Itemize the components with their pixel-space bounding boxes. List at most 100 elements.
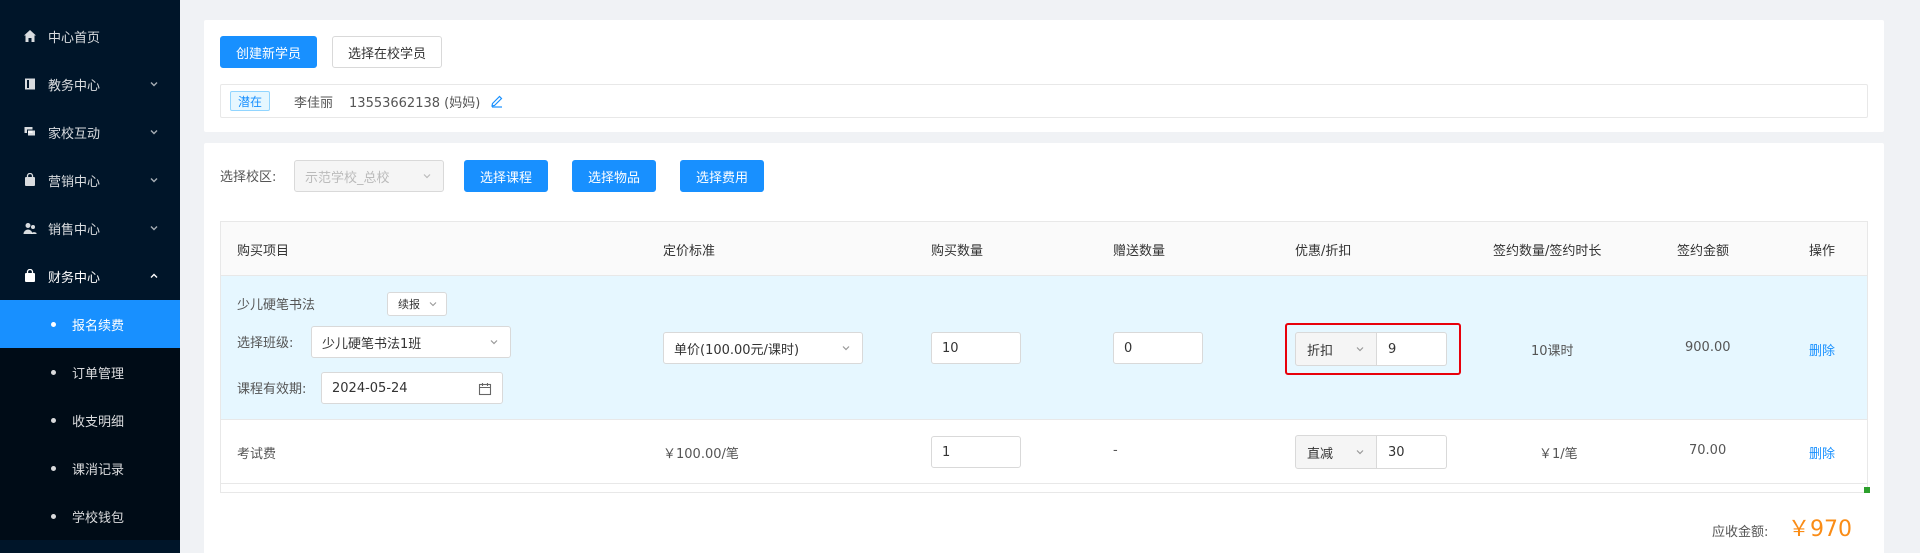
dot-icon xyxy=(51,321,56,327)
nav-item-academic[interactable]: 教务中心 xyxy=(0,60,180,108)
chevron-down-icon xyxy=(150,130,158,135)
discount-group: 折扣 9 xyxy=(1295,332,1447,366)
valid-date-picker[interactable]: 2024-05-24 xyxy=(321,372,503,404)
discount-group: 直减 30 xyxy=(1295,435,1447,469)
sub-label: 学校钱包 xyxy=(72,510,125,526)
student-phone: 13553662138 (妈妈) xyxy=(349,95,481,111)
chevron-down-icon xyxy=(150,226,158,231)
sidebar-item-orders[interactable]: 订单管理 xyxy=(0,348,180,396)
nav-item-home-school[interactable]: 家校互动 xyxy=(0,108,180,156)
chat-icon xyxy=(22,124,38,140)
quantity-input[interactable]: 10 xyxy=(931,332,1021,364)
chevron-down-icon xyxy=(150,82,158,87)
nav-item-finance[interactable]: 财务中心 xyxy=(0,252,180,300)
status-badge: 潜在 xyxy=(230,91,271,111)
finance-submenu: 报名续费 订单管理 收支明细 课消记录 学校钱包 xyxy=(0,300,180,540)
selected-student: 潜在 李佳丽 13553662138 (妈妈) xyxy=(220,84,1868,118)
amount-value: 900.00 xyxy=(1685,340,1731,355)
dot-icon xyxy=(51,465,56,471)
nav-item-home[interactable]: 中心首页 xyxy=(0,12,180,60)
chevron-down-icon xyxy=(1356,450,1364,455)
chevron-down-icon xyxy=(842,346,850,351)
dot-icon xyxy=(51,417,56,423)
select-student-button[interactable]: 选择在校学员 xyxy=(332,36,443,68)
sub-label: 报名续费 xyxy=(72,318,125,334)
column-header: 签约金额 xyxy=(1677,243,1730,259)
student-name: 李佳丽 xyxy=(294,95,334,111)
book-icon xyxy=(22,76,38,92)
chevron-down-icon xyxy=(429,302,437,307)
nav-item-marketing[interactable]: 营销中心 xyxy=(0,156,180,204)
resize-handle xyxy=(1864,487,1870,493)
column-header: 定价标准 xyxy=(663,243,716,259)
discount-type-value: 直减 xyxy=(1307,446,1334,462)
nav-label: 营销中心 xyxy=(48,174,101,190)
sub-label: 课消记录 xyxy=(72,462,125,478)
course-type-select[interactable]: 续报 xyxy=(387,292,447,316)
price-select[interactable]: 单价(100.00元/课时) xyxy=(663,332,863,364)
column-header: 赠送数量 xyxy=(1113,243,1166,259)
calendar-icon xyxy=(478,383,492,396)
chevron-up-icon xyxy=(150,273,158,278)
create-student-button[interactable]: 创建新学员 xyxy=(220,36,318,68)
home-icon xyxy=(22,28,38,44)
nav-item-sales[interactable]: 销售中心 xyxy=(0,204,180,252)
valid-date-value: 2024-05-24 xyxy=(332,380,408,396)
campus-select[interactable]: 示范学校_总校 xyxy=(294,160,444,192)
total-label: 应收金额: xyxy=(1712,525,1769,540)
sub-label: 收支明细 xyxy=(72,414,125,430)
chevron-down-icon xyxy=(490,340,498,345)
table-header: 购买项目 定价标准 购买数量 赠送数量 优惠/折扣 签约数量/签约时长 签约金额… xyxy=(221,222,1867,276)
sidebar: 中心首页 教务中心 家校互动 营销中心 销售中心 财务中心 报名续费 订单管理 … xyxy=(0,0,180,553)
sidebar-item-class-consume[interactable]: 课消记录 xyxy=(0,444,180,492)
column-header: 购买项目 xyxy=(237,243,290,259)
discount-value-input[interactable]: 30 xyxy=(1377,435,1447,469)
sidebar-item-income-expense[interactable]: 收支明细 xyxy=(0,396,180,444)
discount-type-select[interactable]: 直减 xyxy=(1295,435,1377,469)
gift-value: - xyxy=(1113,443,1118,458)
fee-name: 考试费 xyxy=(237,447,277,462)
column-header: 签约数量/签约时长 xyxy=(1493,243,1602,259)
campus-value: 示范学校_总校 xyxy=(305,170,390,186)
users-icon xyxy=(22,220,38,236)
price-value: 单价(100.00元/课时) xyxy=(674,342,800,358)
discount-value-input[interactable]: 9 xyxy=(1377,332,1447,366)
chevron-down-icon xyxy=(150,178,158,183)
gift-input[interactable]: 0 xyxy=(1113,332,1203,364)
table-row: 少儿硬笔书法 续报 选择班级: 少儿硬笔书法1班 课程有效期: 2024-05-… xyxy=(221,276,1867,420)
delete-link[interactable]: 删除 xyxy=(1809,443,1835,462)
sidebar-item-enroll[interactable]: 报名续费 xyxy=(0,300,180,348)
total-amount: ￥970 xyxy=(1788,517,1852,542)
class-label: 选择班级: xyxy=(237,336,294,351)
chevron-down-icon xyxy=(1356,347,1364,352)
campus-label: 选择校区: xyxy=(220,170,277,185)
course-name: 少儿硬笔书法 xyxy=(237,298,316,313)
column-header: 购买数量 xyxy=(931,243,984,259)
order-card: 选择校区: 示范学校_总校 选择课程 选择物品 选择费用 购买项目 定价标准 购… xyxy=(204,143,1884,553)
quantity-input[interactable]: 1 xyxy=(931,436,1021,468)
select-goods-button[interactable]: 选择物品 xyxy=(572,160,657,192)
dot-icon xyxy=(51,513,56,519)
wallet-icon xyxy=(22,268,38,284)
nav-label: 教务中心 xyxy=(48,78,101,94)
order-table: 购买项目 定价标准 购买数量 赠送数量 优惠/折扣 签约数量/签约时长 签约金额… xyxy=(220,221,1868,493)
edit-icon[interactable] xyxy=(490,94,504,108)
bag-icon xyxy=(22,172,38,188)
fee-price: ￥100.00/笔 xyxy=(663,447,739,462)
column-header: 操作 xyxy=(1809,243,1836,259)
nav-label: 财务中心 xyxy=(48,270,101,286)
discount-type-select[interactable]: 折扣 xyxy=(1295,332,1377,366)
course-type-value: 续报 xyxy=(398,298,420,311)
select-fee-button[interactable]: 选择费用 xyxy=(680,160,765,192)
contract-value: 10课时 xyxy=(1531,344,1574,359)
nav-label: 销售中心 xyxy=(48,222,101,238)
nav-label: 中心首页 xyxy=(48,30,101,46)
column-header: 优惠/折扣 xyxy=(1295,243,1352,259)
contract-value: ￥1/笔 xyxy=(1539,447,1578,462)
class-select[interactable]: 少儿硬笔书法1班 xyxy=(311,326,511,358)
table-row: 考试费 ￥100.00/笔 1 - 直减 30 ￥1/笔 70.00 删除 xyxy=(221,420,1867,484)
select-course-button[interactable]: 选择课程 xyxy=(464,160,549,192)
discount-type-value: 折扣 xyxy=(1307,343,1334,359)
delete-link[interactable]: 删除 xyxy=(1809,340,1835,359)
sidebar-item-wallet[interactable]: 学校钱包 xyxy=(0,492,180,540)
